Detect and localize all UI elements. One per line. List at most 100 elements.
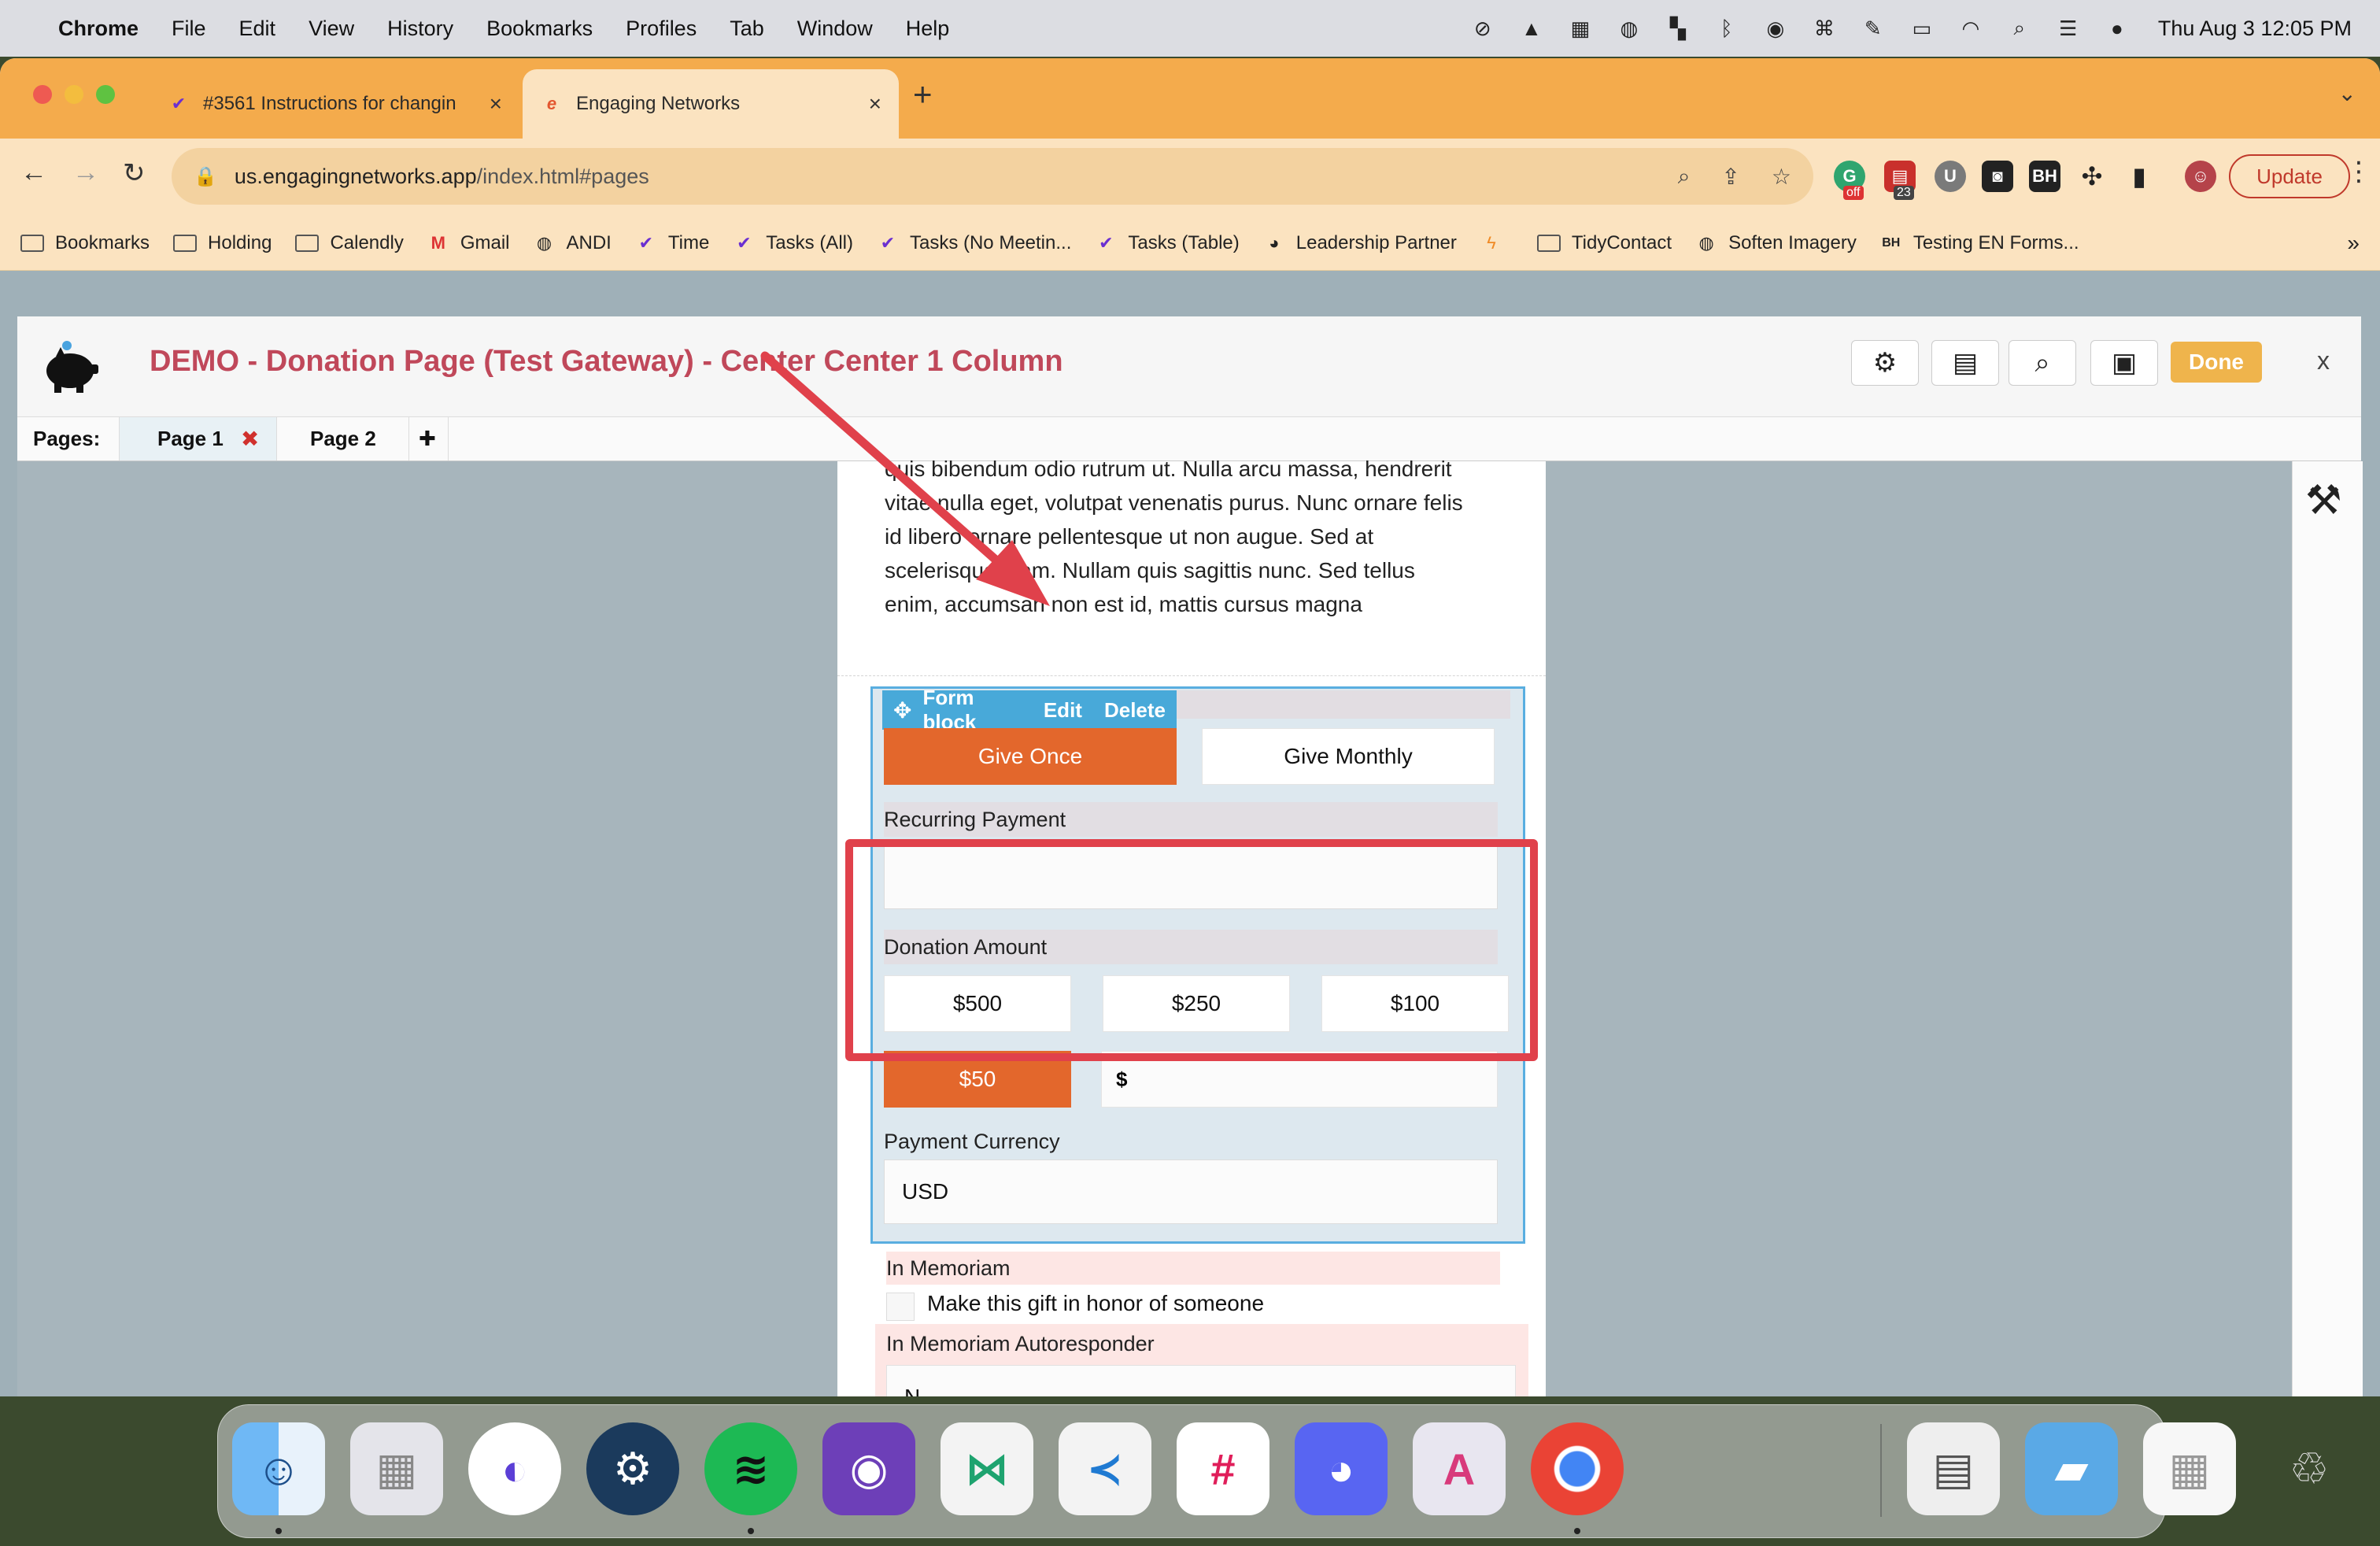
chrome-icon[interactable] — [1531, 1422, 1624, 1515]
trash-icon[interactable]: ♲ — [2263, 1422, 2356, 1515]
notion-calendar-icon[interactable]: ◐ — [468, 1422, 561, 1515]
close-window-button[interactable] — [33, 85, 52, 104]
discord-icon[interactable]: ◕ — [1295, 1422, 1388, 1515]
move-arrows-icon[interactable]: ✥ — [893, 697, 911, 723]
in-memoriam-checkbox[interactable] — [886, 1293, 915, 1321]
search-icon[interactable]: ⌕ — [2009, 340, 2076, 386]
folder-icon[interactable]: ▰ — [2025, 1422, 2118, 1515]
grid-icon[interactable]: ▦ — [1568, 16, 1593, 41]
record-icon[interactable]: ⊘ — [1470, 16, 1495, 41]
affinity-icon[interactable]: A — [1413, 1422, 1506, 1515]
bookmark-bookmarks[interactable]: Bookmarks — [20, 232, 150, 254]
screenshot-icon[interactable]: ▦ — [2143, 1422, 2236, 1515]
finder-icon[interactable]: ☺ — [232, 1422, 325, 1515]
give-once-button[interactable]: Give Once — [884, 728, 1177, 785]
bookmark-tidycontact[interactable]: TidyContact — [1536, 232, 1672, 254]
profile-avatar[interactable]: ☺ — [2185, 161, 2216, 192]
bookmark-tasks-table[interactable]: ✔ Tasks (Table) — [1095, 232, 1240, 254]
bookmark-calendly[interactable]: Calendly — [295, 232, 404, 254]
menu-profiles[interactable]: Profiles — [626, 17, 697, 41]
update-button[interactable]: Update — [2229, 154, 2350, 198]
delete-page-icon[interactable]: ✖ — [241, 426, 259, 452]
window-tiling-icon[interactable]: ▚ — [1665, 16, 1691, 41]
siri-icon[interactable]: ● — [2105, 16, 2130, 41]
bookmark-testing-en-forms[interactable]: BH Testing EN Forms... — [1880, 232, 2079, 254]
page-layout-icon[interactable]: ▤ — [1931, 340, 1999, 386]
close-editor-button[interactable]: x — [2317, 346, 2330, 375]
slack-icon[interactable]: # — [1177, 1422, 1269, 1515]
keyboard-icon[interactable]: ⌘ — [1812, 16, 1837, 41]
tab-page-1[interactable]: Page 1 ✖ — [120, 417, 277, 460]
github-desktop-icon[interactable]: ◉ — [822, 1422, 915, 1515]
spotlight-search-icon[interactable]: ⌕ — [2007, 16, 2032, 41]
battery-icon[interactable]: ▭ — [1909, 16, 1935, 41]
tab-engaging-networks[interactable]: e Engaging Networks × — [523, 69, 899, 139]
steam-icon[interactable]: ⚙ — [586, 1422, 679, 1515]
bookmark-gmail[interactable]: M Gmail — [427, 232, 510, 254]
menu-file[interactable]: File — [172, 17, 206, 41]
bookmark-soften-imagery[interactable]: ◍ Soften Imagery — [1695, 232, 1856, 254]
visual-studio-icon[interactable]: ⋈ — [941, 1422, 1033, 1515]
tools-wrench-icon[interactable]: ⚒ — [2305, 477, 2342, 524]
menu-window[interactable]: Window — [797, 17, 873, 41]
bookmarks-overflow-icon[interactable]: » — [2347, 231, 2360, 256]
menu-tab[interactable]: Tab — [730, 17, 764, 41]
bookmark-flame[interactable]: ϟ — [1480, 233, 1513, 253]
tab-instructions[interactable]: ✔ #3561 Instructions for changin × — [150, 69, 519, 139]
menu-history[interactable]: History — [387, 17, 453, 41]
bookmark-tasks-all[interactable]: ✔ Tasks (All) — [733, 232, 853, 254]
edit-block-button[interactable]: Edit — [1044, 698, 1082, 723]
save-floppy-icon[interactable]: ▣ — [2090, 340, 2158, 386]
bookmark-andi[interactable]: ◍ ANDI — [534, 232, 612, 254]
menu-app-name[interactable]: Chrome — [58, 17, 139, 41]
give-monthly-button[interactable]: Give Monthly — [1202, 728, 1495, 785]
side-panel-icon[interactable]: ▮ — [2123, 161, 2155, 192]
bookmark-leadership-partner[interactable]: ◕ Leadership Partner — [1263, 232, 1457, 254]
glasses-extension-icon[interactable]: ◙ — [1982, 161, 2013, 192]
bh-extension-icon[interactable]: BH — [2029, 161, 2060, 192]
add-page-icon[interactable]: ✚ — [409, 417, 449, 460]
bookmark-star-icon[interactable]: ☆ — [1772, 164, 1791, 190]
bookmark-time[interactable]: ✔ Time — [635, 232, 710, 254]
zoom-window-button[interactable] — [96, 85, 115, 104]
menu-edit[interactable]: Edit — [239, 17, 276, 41]
vscode-icon[interactable]: ≺ — [1059, 1422, 1151, 1515]
spotify-icon[interactable]: ≋ — [704, 1422, 797, 1515]
zoom-icon[interactable]: ⌕ — [1678, 164, 1691, 190]
tool-icon[interactable]: ✎ — [1861, 16, 1886, 41]
preview-icon[interactable]: ▤ — [1907, 1422, 2000, 1515]
forward-arrow-icon[interactable]: → — [72, 157, 99, 188]
minimize-window-button[interactable] — [65, 85, 83, 104]
control-center-icon[interactable]: ☰ — [2056, 16, 2081, 41]
tab-page-2[interactable]: Page 2 — [277, 417, 409, 460]
launchpad-icon[interactable]: ▦ — [350, 1422, 443, 1515]
settings-gear-icon[interactable]: ⚙ — [1851, 340, 1919, 386]
bookmark-tasks-no-meetings[interactable]: ✔ Tasks (No Meetin... — [877, 232, 1072, 254]
reload-icon[interactable]: ↻ — [123, 157, 146, 189]
share-icon[interactable]: ⇪ — [1721, 164, 1739, 190]
menu-help[interactable]: Help — [906, 17, 950, 41]
user-icon[interactable]: ◉ — [1763, 16, 1788, 41]
extensions-puzzle-icon[interactable]: ✣ — [2076, 161, 2108, 192]
in-memoriam-checkbox-label[interactable]: Make this gift in honor of someone — [927, 1291, 1264, 1316]
autoresponder-field[interactable]: N — [886, 1365, 1516, 1396]
app-status-icon[interactable]: ▲ — [1519, 16, 1544, 41]
close-tab-icon[interactable]: × — [490, 91, 502, 117]
ublock-extension-icon[interactable]: U — [1935, 161, 1966, 192]
bluetooth-icon[interactable]: ᛒ — [1714, 16, 1739, 41]
tab-search-chevron-icon[interactable]: ⌄ — [2338, 80, 2356, 106]
menu-view[interactable]: View — [309, 17, 354, 41]
menu-clock[interactable]: Thu Aug 3 12:05 PM — [2158, 17, 2352, 41]
payment-currency-select[interactable]: USD — [884, 1160, 1498, 1224]
browser-menu-icon[interactable]: ⋮ — [2345, 156, 2372, 187]
new-tab-icon[interactable]: + — [913, 76, 933, 113]
bookmark-holding[interactable]: Holding — [173, 232, 272, 254]
wifi-icon[interactable]: ◠ — [1958, 16, 1983, 41]
back-arrow-icon[interactable]: ← — [20, 157, 47, 188]
close-tab-icon[interactable]: × — [869, 91, 881, 117]
delete-block-button[interactable]: Delete — [1104, 698, 1166, 723]
address-bar[interactable]: 🔒 us.engagingnetworks.app/index.html#pag… — [172, 148, 1813, 205]
menu-bookmarks[interactable]: Bookmarks — [486, 17, 593, 41]
globe-icon[interactable]: ◍ — [1617, 16, 1642, 41]
done-button[interactable]: Done — [2171, 342, 2262, 383]
